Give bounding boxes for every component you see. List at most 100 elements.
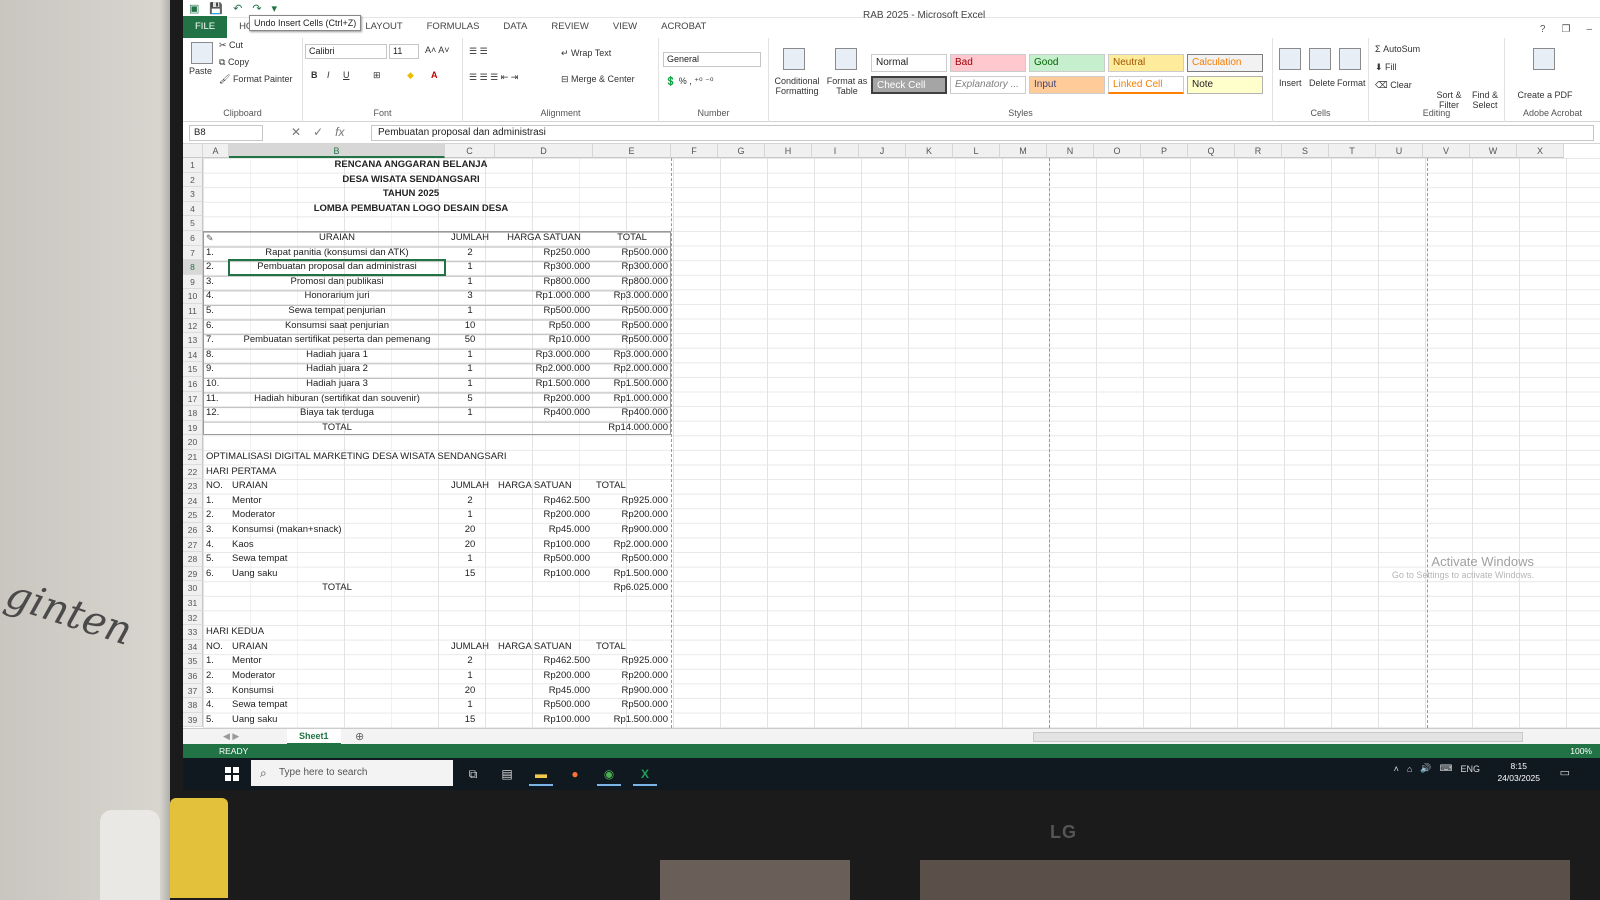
cell-b37[interactable]: Konsumsi xyxy=(232,684,442,698)
cell-c34[interactable]: JUMLAH xyxy=(448,640,492,654)
column-header-o[interactable]: O xyxy=(1094,144,1141,158)
cell-d16[interactable]: Rp1.500.000 xyxy=(498,377,590,391)
cell-d35[interactable]: Rp462.500 xyxy=(498,654,590,668)
cell-b17[interactable]: Hadiah hiburan (sertifikat dan souvenir) xyxy=(232,392,442,406)
cell-c17[interactable]: 5 xyxy=(448,392,492,406)
network-icon[interactable]: ⌂ xyxy=(1407,764,1412,774)
cell-b39[interactable]: Uang saku xyxy=(232,713,442,727)
cell-a9[interactable]: 3. xyxy=(206,275,226,289)
fill-color-icon[interactable]: ◆ xyxy=(407,70,414,81)
cell-e8[interactable]: Rp300.000 xyxy=(596,260,668,274)
insert-button[interactable]: Insert xyxy=(1279,78,1302,88)
cell-a23[interactable]: NO. xyxy=(206,479,226,493)
select-all-corner[interactable] xyxy=(183,144,203,158)
cut-button[interactable]: ✂ Cut xyxy=(219,40,243,51)
row-header-31[interactable]: 31 xyxy=(183,596,203,611)
style-linked-cell[interactable]: Linked Cell xyxy=(1108,76,1184,94)
column-header-u[interactable]: U xyxy=(1376,144,1423,158)
cell-d25[interactable]: Rp200.000 xyxy=(498,508,590,522)
cancel-icon[interactable]: ✕ xyxy=(291,125,301,139)
cell-d24[interactable]: Rp462.500 xyxy=(498,494,590,508)
cell-d13[interactable]: Rp10.000 xyxy=(498,333,590,347)
style-explanatory[interactable]: Explanatory ... xyxy=(950,76,1026,94)
cell-c23[interactable]: JUMLAH xyxy=(448,479,492,493)
style-note[interactable]: Note xyxy=(1187,76,1263,94)
style-good[interactable]: Good xyxy=(1029,54,1105,72)
column-header-w[interactable]: W xyxy=(1470,144,1517,158)
wrap-text-button[interactable]: ↵ Wrap Text xyxy=(561,48,611,59)
row-header-28[interactable]: 28 xyxy=(183,552,203,567)
cell-d37[interactable]: Rp45.000 xyxy=(498,684,590,698)
cell-c35[interactable]: 2 xyxy=(448,654,492,668)
row-header-1[interactable]: 1 xyxy=(183,158,203,173)
format-as-table-button[interactable]: Format as Table xyxy=(825,76,869,96)
row-header-29[interactable]: 29 xyxy=(183,566,203,582)
cell-b11[interactable]: Sewa tempat penjurian xyxy=(232,304,442,318)
cell-a7[interactable]: 1. xyxy=(206,246,226,260)
cell-a27[interactable]: 4. xyxy=(206,538,226,552)
cell-b12[interactable]: Konsumsi saat penjurian xyxy=(232,319,442,333)
row-header-37[interactable]: 37 xyxy=(183,683,203,699)
formula-input[interactable]: Pembuatan proposal dan administrasi xyxy=(371,125,1594,141)
column-header-j[interactable]: J xyxy=(859,144,906,158)
cell-b7[interactable]: Rapat panitia (konsumsi dan ATK) xyxy=(232,246,442,260)
cell-d18[interactable]: Rp400.000 xyxy=(498,406,590,420)
column-header-k[interactable]: K xyxy=(906,144,953,158)
cell-d6[interactable]: HARGA SATUAN xyxy=(498,231,590,245)
align-top-icon[interactable]: ☰ ☰ xyxy=(469,46,488,57)
section2-title[interactable]: OPTIMALISASI DIGITAL MARKETING DESA WISA… xyxy=(206,450,507,464)
cell-b9[interactable]: Promosi dan publikasi xyxy=(232,275,442,289)
cell-d28[interactable]: Rp500.000 xyxy=(498,552,590,566)
task-view-icon[interactable]: ⧉ xyxy=(461,762,485,786)
cell-e6[interactable]: TOTAL xyxy=(596,231,668,245)
cell-c13[interactable]: 50 xyxy=(448,333,492,347)
column-header-x[interactable]: X xyxy=(1517,144,1564,158)
cell-a10[interactable]: 4. xyxy=(206,289,226,303)
column-header-b[interactable]: B xyxy=(229,144,445,158)
cell-e15[interactable]: Rp2.000.000 xyxy=(596,362,668,376)
cell-a16[interactable]: 10. xyxy=(206,377,226,391)
cell-a37[interactable]: 3. xyxy=(206,684,226,698)
cell-e9[interactable]: Rp800.000 xyxy=(596,275,668,289)
cell-c25[interactable]: 1 xyxy=(448,508,492,522)
cell-b25[interactable]: Moderator xyxy=(232,508,442,522)
cell-c7[interactable]: 2 xyxy=(448,246,492,260)
cell-a38[interactable]: 4. xyxy=(206,698,226,712)
cell-e18[interactable]: Rp400.000 xyxy=(596,406,668,420)
tab-review[interactable]: REVIEW xyxy=(539,16,600,38)
row-header-9[interactable]: 9 xyxy=(183,274,203,290)
row-header-27[interactable]: 27 xyxy=(183,537,203,553)
column-header-h[interactable]: H xyxy=(765,144,812,158)
cell-c36[interactable]: 1 xyxy=(448,669,492,683)
row-header-15[interactable]: 15 xyxy=(183,362,203,377)
column-header-c[interactable]: C xyxy=(445,144,495,158)
create-pdf-icon[interactable] xyxy=(1533,48,1555,70)
fill-button[interactable]: ⬇ Fill xyxy=(1375,62,1397,73)
horizontal-scrollbar[interactable] xyxy=(1033,732,1523,742)
style-neutral[interactable]: Neutral xyxy=(1108,54,1184,72)
cell-e10[interactable]: Rp3.000.000 xyxy=(596,289,668,303)
notifications-icon[interactable]: ▭ xyxy=(1560,766,1570,779)
cell-c38[interactable]: 1 xyxy=(448,698,492,712)
cell-c15[interactable]: 1 xyxy=(448,362,492,376)
cell-b15[interactable]: Hadiah juara 2 xyxy=(232,362,442,376)
cell-b16[interactable]: Hadiah juara 3 xyxy=(232,377,442,391)
cell-b24[interactable]: Mentor xyxy=(232,494,442,508)
cell-e19[interactable]: Rp14.000.000 xyxy=(596,421,668,435)
cell-e34[interactable]: TOTAL xyxy=(596,640,668,654)
sheet-tab-sheet1[interactable]: Sheet1 xyxy=(287,729,341,745)
worksheet-grid[interactable]: A B C D E F G H I J K L M N O P Q R S T U V W X 1 2 3 4 5 6 7 8 9 10 11 12 1… xyxy=(183,144,1600,728)
keyboard-icon[interactable]: ⌨ xyxy=(1439,763,1452,774)
cell-a24[interactable]: 1. xyxy=(206,494,226,508)
name-box[interactable]: B8 xyxy=(189,125,263,141)
format-button[interactable]: Format xyxy=(1337,78,1366,88)
row-header-18[interactable]: 18 xyxy=(183,406,203,421)
sort-filter-button[interactable]: Sort & Filter xyxy=(1429,90,1469,110)
font-size-select[interactable]: 11 xyxy=(389,44,419,59)
row-header-17[interactable]: 17 xyxy=(183,391,203,407)
cell-c26[interactable]: 20 xyxy=(448,523,492,537)
column-header-e[interactable]: E xyxy=(593,144,671,158)
cell-b34[interactable]: URAIAN xyxy=(232,640,442,654)
row-header-33[interactable]: 33 xyxy=(183,625,203,640)
row-header-6[interactable]: 6 xyxy=(183,231,203,246)
